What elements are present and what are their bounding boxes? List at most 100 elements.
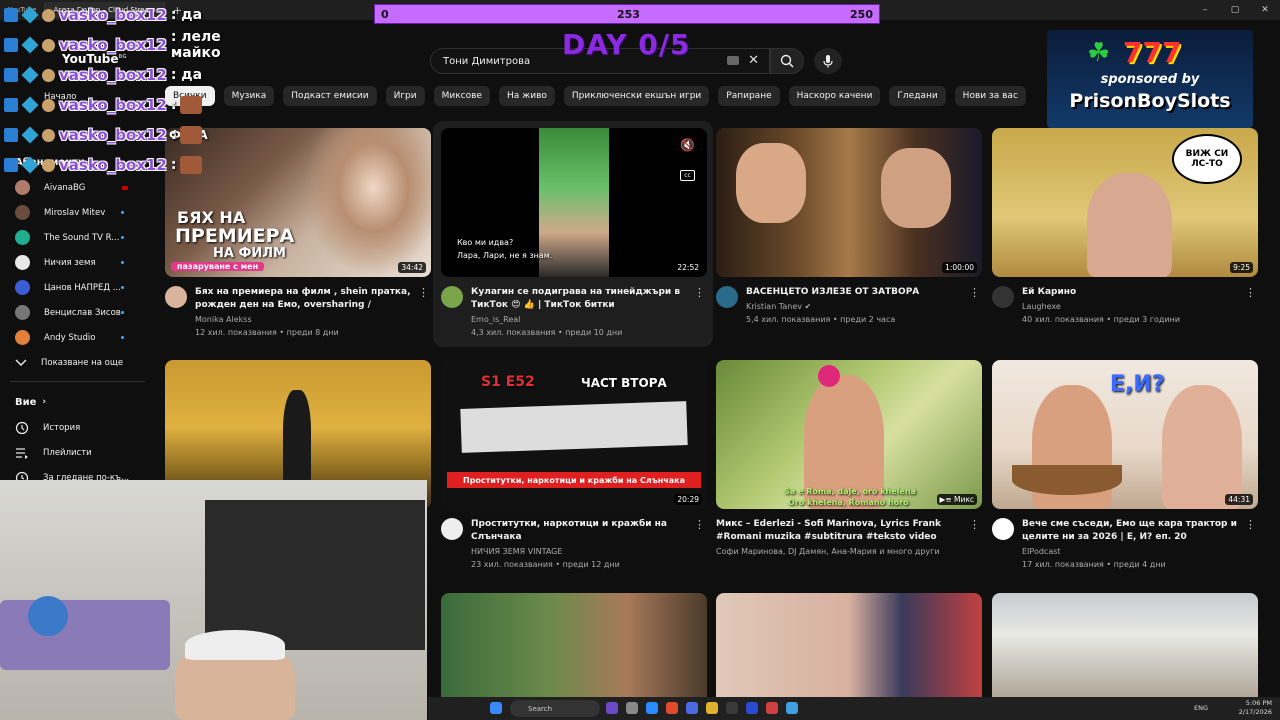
channel-name[interactable]: Laughexe [1022, 302, 1061, 311]
playlist-icon [16, 447, 28, 459]
video-thumbnail[interactable]: 🔇 cc Кво ми идва? Лара, Лари, не я знам.… [441, 128, 707, 277]
file-explorer-icon[interactable] [706, 702, 718, 714]
chip-mixes[interactable]: Миксове [433, 86, 490, 106]
channel-name[interactable]: Monika Alekss [195, 315, 252, 324]
app-icon[interactable] [686, 702, 698, 714]
minimize-button[interactable]: – [1190, 0, 1220, 20]
emote-icon [180, 156, 203, 174]
video-title[interactable]: Микс – Ederlezi - Sofi Marinova, Lyrics … [716, 518, 964, 544]
video-subtitle-line1: Кво ми идва? [457, 238, 514, 247]
app-icon[interactable] [606, 702, 618, 714]
chrome-icon[interactable] [666, 702, 678, 714]
video-thumbnail[interactable]: 1:00:00 [716, 128, 982, 277]
channel-avatar[interactable] [716, 286, 738, 308]
chip-action-adventure[interactable]: Приключенски екшън игри [563, 86, 710, 106]
channel-name[interactable]: Emo_is_Real [471, 315, 520, 324]
channel-avatar[interactable] [992, 518, 1014, 540]
video-thumbnail[interactable]: ВИЖ СИ ЛС-ТО 9:25 [992, 128, 1258, 277]
sidebar-item-subscription[interactable]: Ничия земя [0, 250, 150, 275]
maximize-button[interactable]: ▢ [1220, 0, 1250, 20]
badge-icon [4, 128, 18, 142]
edge-icon[interactable] [646, 702, 658, 714]
video-title[interactable]: Ей Карино [1022, 286, 1240, 299]
language-indicator[interactable]: ENG [1194, 704, 1208, 712]
video-thumbnail[interactable]: Е,И? 44:31 [992, 360, 1258, 509]
user-avatar-icon [42, 158, 55, 172]
chip-recently-uploaded[interactable]: Наскоро качени [788, 86, 881, 106]
you-header[interactable]: Вие › [0, 389, 150, 415]
channel-name[interactable]: EIPodcast [1022, 547, 1061, 556]
clear-search-icon[interactable]: ✕ [748, 53, 759, 68]
video-thumbnail[interactable] [716, 593, 982, 697]
chip-watched[interactable]: Гледани [889, 86, 946, 106]
more-options-icon[interactable]: ⋮ [1245, 286, 1256, 299]
new-content-dot-icon [121, 286, 124, 289]
chat-text: : да [170, 7, 203, 23]
channel-avatar[interactable] [165, 286, 187, 308]
windows-start-icon[interactable] [490, 702, 502, 714]
sidebar-item-label: AivanaBG [44, 182, 86, 193]
video-thumbnail[interactable]: Sa e Roma, daje, oro khelena Oro khelena… [716, 360, 982, 509]
voice-search-button[interactable] [814, 48, 842, 74]
channel-name[interactable]: НИЧИЯ ЗЕМЯ VINTAGE [471, 547, 562, 556]
chat-message: vasko_box12: [0, 120, 270, 150]
video-thumbnail[interactable] [441, 593, 707, 697]
user-avatar-icon [42, 38, 55, 52]
show-more-button[interactable]: Показване на още [0, 350, 150, 375]
sidebar-item-subscription[interactable]: The Sound TV R... [0, 225, 150, 250]
window-controls: – ▢ ✕ [1190, 0, 1280, 20]
channel-avatar[interactable] [992, 286, 1014, 308]
sidebar-item-playlists[interactable]: Плейлисти [0, 440, 150, 465]
more-options-icon[interactable]: ⋮ [969, 518, 980, 531]
channel-avatar[interactable] [441, 286, 463, 308]
close-window-button[interactable]: ✕ [1250, 0, 1280, 20]
chip-live[interactable]: На живо [498, 86, 555, 106]
video-title[interactable]: Вече сме съседи, Емо ще кара трактор и ц… [1022, 518, 1240, 544]
sidebar-item-subscription[interactable]: Цанов НАПРЕД ... [0, 275, 150, 300]
channel-name[interactable]: Kristian Tanev ✔ [746, 302, 811, 311]
sidebar-item-label: Ничия земя [44, 257, 96, 268]
channel-avatar[interactable] [441, 518, 463, 540]
app-icon[interactable] [746, 702, 758, 714]
video-thumbnail[interactable]: S1 E52 ЧАСТ ВТОРА Проститутки, наркотици… [441, 360, 707, 509]
search-button[interactable] [770, 48, 804, 74]
video-title[interactable]: Проститутки, наркотици и кражби на Слънч… [471, 518, 689, 544]
more-options-icon[interactable]: ⋮ [694, 286, 705, 299]
sidebar-item-label: Плейлисти [43, 447, 92, 458]
chip-games[interactable]: Игри [385, 86, 425, 106]
sidebar-item-subscription[interactable]: Miroslav Mitev [0, 200, 150, 225]
taskbar-search[interactable]: Search [510, 700, 600, 717]
mix-icon: ▶≡ [939, 495, 952, 504]
webcam-window [205, 500, 425, 650]
video-title[interactable]: Бях на премиера на филм , shein пратка, … [195, 286, 413, 312]
video-title[interactable]: ВАСЕНЦЕТО ИЗЛЕЗЕ ОТ ЗАТВОРА [746, 286, 964, 299]
chip-rap[interactable]: Рапиране [718, 86, 780, 106]
video-thumbnail[interactable] [992, 593, 1258, 697]
sidebar-item-history[interactable]: История [0, 415, 150, 440]
mute-icon[interactable]: 🔇 [680, 138, 695, 152]
more-options-icon[interactable]: ⋮ [418, 286, 429, 299]
chip-podcasts[interactable]: Подкаст емисии [283, 86, 377, 106]
sidebar-item-subscription[interactable]: Andy Studio [0, 325, 150, 350]
more-options-icon[interactable]: ⋮ [1245, 518, 1256, 531]
app-icon[interactable] [766, 702, 778, 714]
chat-message: vasko_box12: [0, 90, 270, 120]
thumbnail-logo: Е,И? [1110, 372, 1165, 397]
taskbar-clock[interactable]: 5:06 PM 2/17/2026 [1239, 699, 1272, 717]
app-icon[interactable] [786, 702, 798, 714]
sidebar-item-subscription[interactable]: Венцислав Зисов [0, 300, 150, 325]
app-icon[interactable] [726, 702, 738, 714]
app-icon[interactable] [626, 702, 638, 714]
channel-name[interactable]: Софи Маринова, DJ Дамян, Ана-Мария и мно… [716, 547, 940, 556]
chat-username: vasko_box12 [59, 126, 167, 144]
search-icon [780, 54, 794, 68]
captions-icon[interactable]: cc [680, 170, 695, 181]
more-options-icon[interactable]: ⋮ [694, 518, 705, 531]
video-title[interactable]: Кулагин се подиграва на тинейджъри в Тик… [471, 286, 689, 312]
keyboard-icon[interactable] [727, 56, 739, 65]
badge-icon [21, 96, 39, 114]
channel-avatar [15, 180, 30, 195]
more-options-icon[interactable]: ⋮ [969, 286, 980, 299]
new-content-dot-icon [121, 211, 124, 214]
chip-new-to-you[interactable]: Нови за вас [954, 86, 1026, 106]
